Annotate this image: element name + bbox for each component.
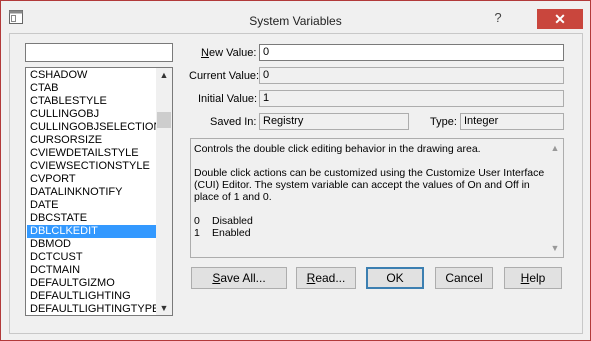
new-value-label: New Value: [201,47,257,59]
initial-value-label: Initial Value: [198,93,258,105]
list-item[interactable]: DBCSTATE [27,212,157,225]
option-enabled: 1 Enabled [194,227,251,239]
close-button[interactable]: ✕ [537,9,583,29]
type-label: Type: [430,116,457,128]
list-item[interactable]: CTABLESTYLE [27,95,157,108]
saved-in-label: Saved In: [210,116,257,128]
scroll-down-icon[interactable]: ▼ [156,301,172,315]
saved-in-field: Registry [259,113,409,130]
ok-button[interactable]: OK [366,267,424,289]
list-item[interactable]: CVPORT [27,173,157,186]
list-item[interactable]: DCTMAIN [27,264,157,277]
read-button[interactable]: Read... [296,267,356,289]
description-paragraph: Double click actions can be customized u… [194,167,545,203]
list-item[interactable]: DATE [27,199,157,212]
description-scroll-down-icon[interactable]: ▼ [547,241,563,255]
title-bar[interactable]: System Variables ? ✕ [1,1,590,33]
list-item[interactable]: CVIEWSECTIONSTYLE [27,160,157,173]
search-input[interactable] [25,43,173,62]
list-item[interactable]: CTAB [27,82,157,95]
type-field: Integer [460,113,564,130]
description-scrollbar[interactable]: ▲ ▼ [547,139,563,257]
current-value-label: Current Value: [189,70,260,82]
list-item[interactable]: CULLINGOBJSELECTION [27,121,157,134]
list-item[interactable]: DBLCLKEDIT [27,225,157,238]
variable-list-items: CSHADOW CTAB CTABLESTYLE CULLINGOBJ CULLINGO… [27,69,157,315]
list-item[interactable]: DBMOD [27,238,157,251]
save-all-button[interactable]: Save All... [191,267,287,289]
variable-list-scrollbar[interactable]: ▲ ▼ [156,68,172,315]
list-item[interactable]: CURSORSIZE [27,134,157,147]
list-item[interactable]: CVIEWDETAILSTYLE [27,147,157,160]
list-item[interactable]: DEFAULTLIGHTING [27,290,157,303]
option-disabled: 0 Disabled [194,215,253,227]
description-scroll-up-icon[interactable]: ▲ [547,141,563,155]
list-item[interactable]: CSHADOW [27,69,157,82]
list-item[interactable]: DEFAULTLIGHTINGTYPE [27,303,157,315]
cancel-button[interactable]: Cancel [435,267,493,289]
current-value-field: 0 [259,67,564,84]
scroll-up-icon[interactable]: ▲ [156,68,172,82]
initial-value-field: 1 [259,90,564,107]
list-item[interactable]: DCTCUST [27,251,157,264]
list-item[interactable]: DEFAULTGIZMO [27,277,157,290]
help-button[interactable]: Help [504,267,562,289]
variable-list[interactable]: CSHADOW CTAB CTABLESTYLE CULLINGOBJ CULLINGO… [25,67,173,316]
list-item[interactable]: DATALINKNOTIFY [27,186,157,199]
title-help-button[interactable]: ? [485,9,511,27]
system-variables-dialog: System Variables ? ✕ CSHADOW CTAB CTABLEST… [0,0,591,341]
scroll-thumb[interactable] [157,112,171,128]
new-value-field[interactable]: 0 [259,44,564,61]
list-item[interactable]: CULLINGOBJ [27,108,157,121]
description-box: Controls the double click editing behavi… [190,138,564,258]
description-line: Controls the double click editing behavi… [194,143,481,155]
